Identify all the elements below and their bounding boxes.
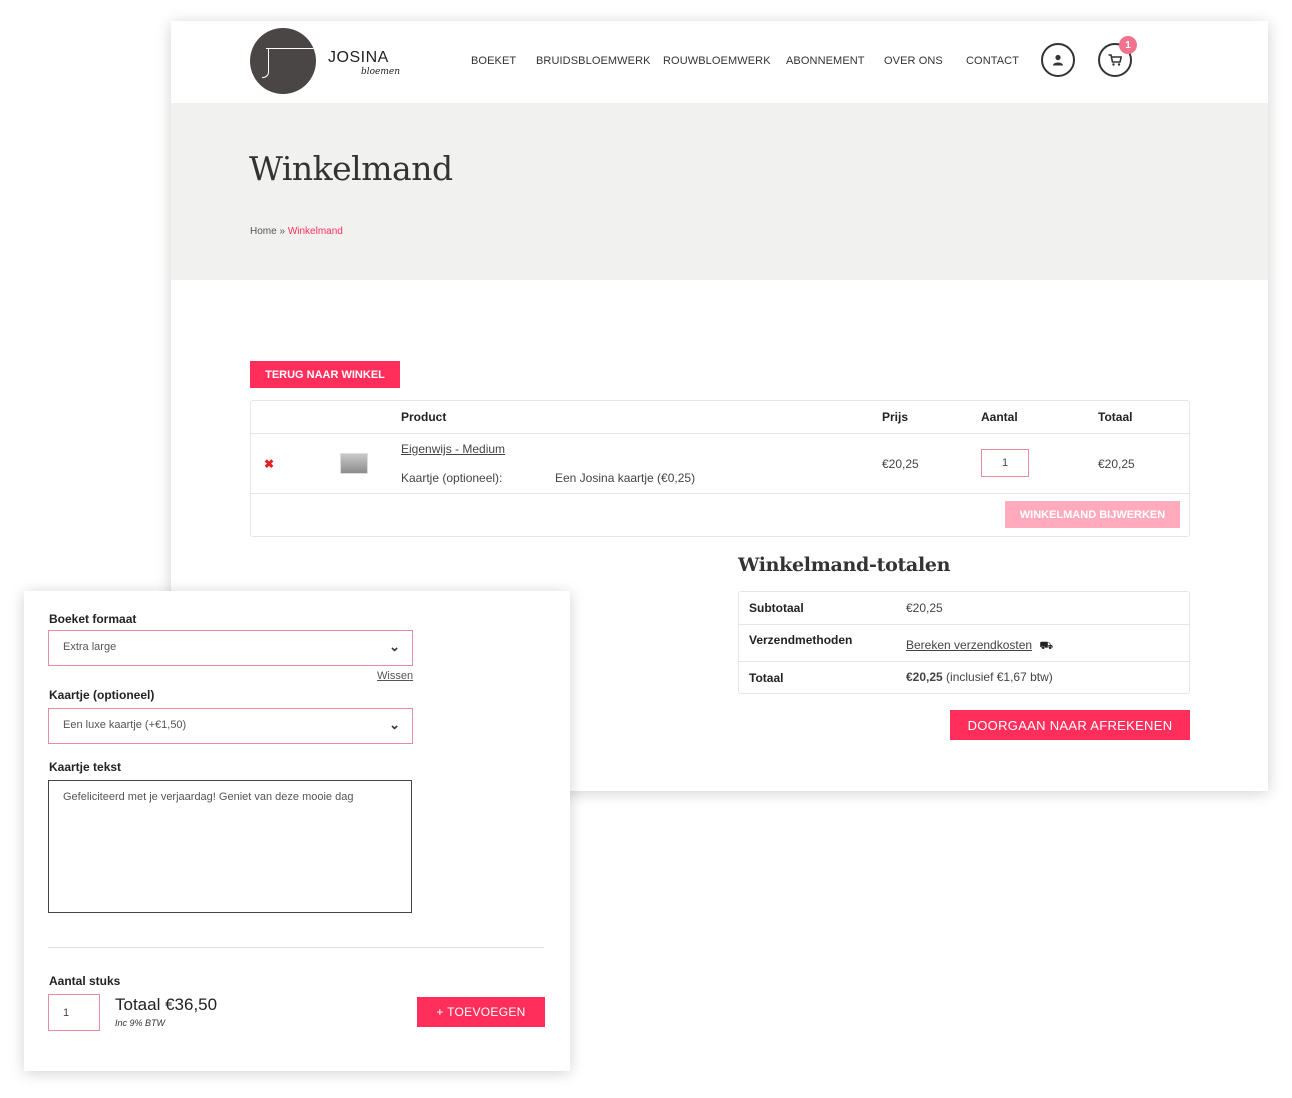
nav-rouwbloemwerk[interactable]: ROUWBLOEMWERK xyxy=(663,55,771,67)
product-thumbnail[interactable] xyxy=(340,453,368,474)
nav-over-ons[interactable]: OVER ONS xyxy=(884,55,943,67)
page-banner: Winkelmand Home » Winkelmand xyxy=(171,103,1268,280)
format-label: Boeket formaat xyxy=(49,612,137,626)
truck-icon[interactable]: ⛟ xyxy=(1039,640,1053,652)
breadcrumb-home[interactable]: Home xyxy=(250,226,277,237)
product-meta-label: Kaartje (optioneel): xyxy=(401,471,503,485)
product-price: €20,25 xyxy=(882,457,919,471)
cart-count-badge: 1 xyxy=(1119,36,1137,54)
card-text-label: Kaartje tekst xyxy=(49,760,122,774)
logo-name[interactable]: JOSINA xyxy=(328,49,389,67)
panel-divider xyxy=(48,947,544,948)
row-divider xyxy=(251,433,1189,434)
logo-hook xyxy=(262,49,269,78)
card-select-value: Een luxe kaartje (+€1,50) xyxy=(63,719,187,731)
cart-glyph xyxy=(1108,54,1122,66)
logo-line xyxy=(266,48,316,49)
nav-abonnement[interactable]: ABONNEMENT xyxy=(786,55,865,67)
quantity-field[interactable]: 1 xyxy=(48,994,100,1031)
user-glyph xyxy=(1053,54,1063,66)
shipping-cell: Bereken verzendkosten ⛟ xyxy=(906,638,1053,654)
breadcrumb-separator: » xyxy=(276,226,288,237)
quantity-input[interactable]: 1 xyxy=(981,449,1029,477)
breadcrumb-current: Winkelmand xyxy=(287,226,343,237)
subtotal-value: €20,25 xyxy=(906,601,943,615)
total-tax-note: (inclusief €1,67 btw) xyxy=(946,670,1053,684)
nav-boeket[interactable]: BOEKET xyxy=(471,55,516,67)
logo-mark-icon[interactable] xyxy=(250,28,316,94)
total-cell: €20,25 (inclusief €1,67 btw) xyxy=(906,670,1053,684)
breadcrumb: Home » Winkelmand xyxy=(250,226,343,237)
cart-totals-title: Winkelmand-totalen xyxy=(738,554,951,576)
cart-totals-table: Subtotaal €20,25 Verzendmethoden Bereken… xyxy=(738,591,1190,694)
add-to-cart-button[interactable]: + TOEVOEGEN xyxy=(417,997,545,1027)
vat-note: Inc 9% BTW xyxy=(115,1018,166,1028)
col-product: Product xyxy=(401,410,447,424)
clear-link[interactable]: Wissen xyxy=(377,670,413,682)
calculate-shipping-link[interactable]: Bereken verzendkosten xyxy=(906,638,1032,652)
site-header: JOSINA bloemen BOEKET BRUIDSBLOEMWERK RO… xyxy=(171,21,1268,103)
subtotal-label: Subtotaal xyxy=(749,601,804,615)
card-text-value: Gefeliciteerd met je verjaardag! Geniet … xyxy=(63,791,354,803)
card-text-textarea[interactable]: Gefeliciteerd met je verjaardag! Geniet … xyxy=(48,780,412,913)
product-options-panel: Boeket formaat Extra large ⌄ Wissen Kaar… xyxy=(24,591,570,1071)
product-total: €20,25 xyxy=(1098,457,1135,471)
col-total: Totaal xyxy=(1098,410,1133,424)
logo-subtitle: bloemen xyxy=(361,67,401,77)
page-title: Winkelmand xyxy=(249,149,453,188)
update-cart-button[interactable]: WINKELMAND BIJWERKEN xyxy=(1005,501,1180,528)
quantity-label: Aantal stuks xyxy=(49,974,121,988)
back-to-shop-button[interactable]: TERUG NAAR WINKEL xyxy=(250,361,400,388)
nav-bruidsbloemwerk[interactable]: BRUIDSBLOEMWERK xyxy=(536,55,651,67)
row-divider xyxy=(739,661,1189,662)
total-value: €20,25 xyxy=(906,670,943,684)
cart-table: Product Prijs Aantal Totaal ✖ Eigenwijs … xyxy=(250,400,1190,537)
format-select-value: Extra large xyxy=(63,641,117,653)
row-divider xyxy=(739,624,1189,625)
col-qty: Aantal xyxy=(981,410,1018,424)
chevron-down-icon: ⌄ xyxy=(389,639,400,654)
product-meta-value: Een Josina kaartje (€0,25) xyxy=(555,471,696,485)
remove-x-icon[interactable]: ✖ xyxy=(264,457,274,471)
checkout-button[interactable]: DOORGAAN NAAR AFREKENEN xyxy=(950,710,1190,740)
nav-contact[interactable]: CONTACT xyxy=(966,55,1019,67)
user-icon[interactable] xyxy=(1041,43,1075,77)
row-divider xyxy=(251,493,1189,494)
col-price: Prijs xyxy=(882,410,909,424)
card-select[interactable]: Een luxe kaartje (+€1,50) ⌄ xyxy=(48,708,413,744)
format-select[interactable]: Extra large ⌄ xyxy=(48,630,413,666)
total-label: Totaal xyxy=(749,671,784,685)
card-label: Kaartje (optioneel) xyxy=(49,688,155,702)
product-link[interactable]: Eigenwijs - Medium xyxy=(401,442,505,456)
shipping-label: Verzendmethoden xyxy=(749,633,853,647)
chevron-down-icon: ⌄ xyxy=(389,717,400,732)
product-total-price: Totaal €36,50 xyxy=(115,995,218,1014)
